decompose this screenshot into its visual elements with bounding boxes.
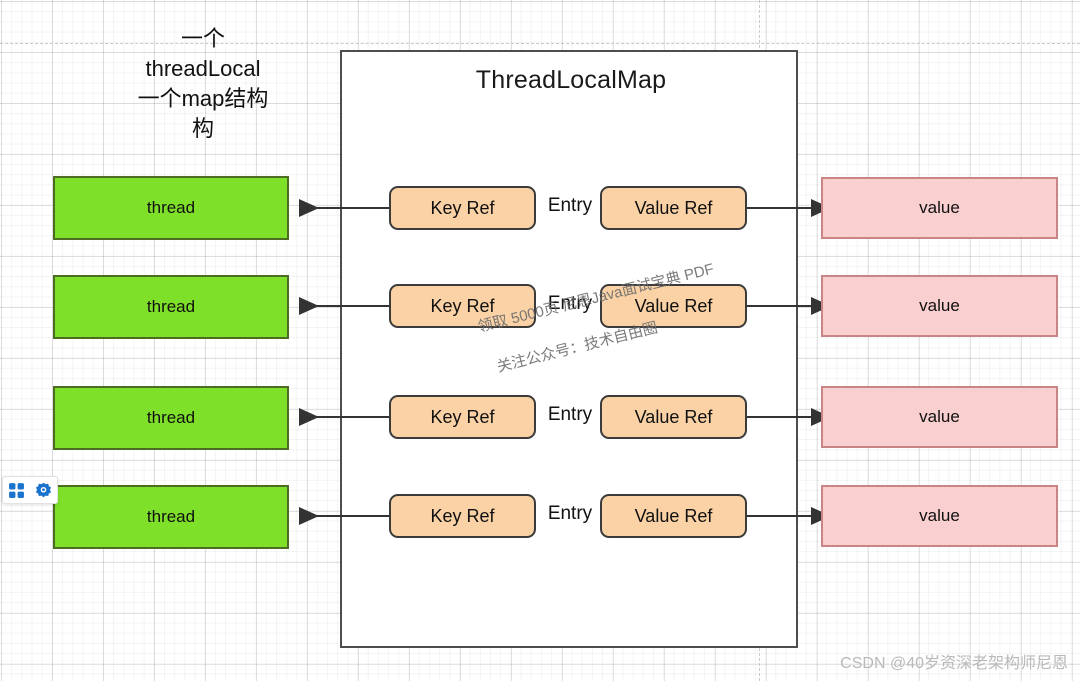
note-line-4: 构 — [191, 116, 214, 141]
thread-box[interactable]: thread — [53, 485, 289, 549]
entry-label: Entry — [547, 503, 593, 524]
csdn-watermark: CSDN @40岁资深老架构师尼恩 — [840, 655, 1068, 672]
value-ref-box[interactable]: Value Ref — [600, 186, 747, 230]
note-line-3: 一个map结构 — [137, 86, 269, 111]
value-ref-box[interactable]: Value Ref — [600, 395, 747, 439]
entry-label: Entry — [547, 404, 593, 425]
note-line-1: 一个 — [180, 26, 225, 51]
value-box[interactable]: value — [821, 275, 1058, 337]
key-ref-box[interactable]: Key Ref — [389, 494, 536, 538]
thread-box[interactable]: thread — [53, 386, 289, 450]
key-ref-box[interactable]: Key Ref — [389, 395, 536, 439]
key-ref-box[interactable]: Key Ref — [389, 186, 536, 230]
threadlocalmap-title: ThreadLocalMap — [475, 66, 667, 94]
floating-mini-toolbar[interactable] — [2, 476, 58, 504]
value-box[interactable]: value — [821, 485, 1058, 547]
entry-label: Entry — [547, 195, 593, 216]
value-ref-box[interactable]: Value Ref — [600, 494, 747, 538]
note-line-2: threadLocal — [145, 56, 261, 81]
value-box[interactable]: value — [821, 386, 1058, 448]
value-box[interactable]: value — [821, 177, 1058, 239]
diagram-canvas: 一个 threadLocal 一个map结构 构 ThreadLocalMap — [0, 0, 1080, 681]
thread-box[interactable]: thread — [53, 275, 289, 339]
settings-gear-icon[interactable] — [35, 482, 52, 499]
apps-grid-icon[interactable] — [8, 482, 25, 499]
thread-box[interactable]: thread — [53, 176, 289, 240]
note-threadlocal-map-structure: 一个 threadLocal 一个map结构 构 — [103, 24, 303, 144]
